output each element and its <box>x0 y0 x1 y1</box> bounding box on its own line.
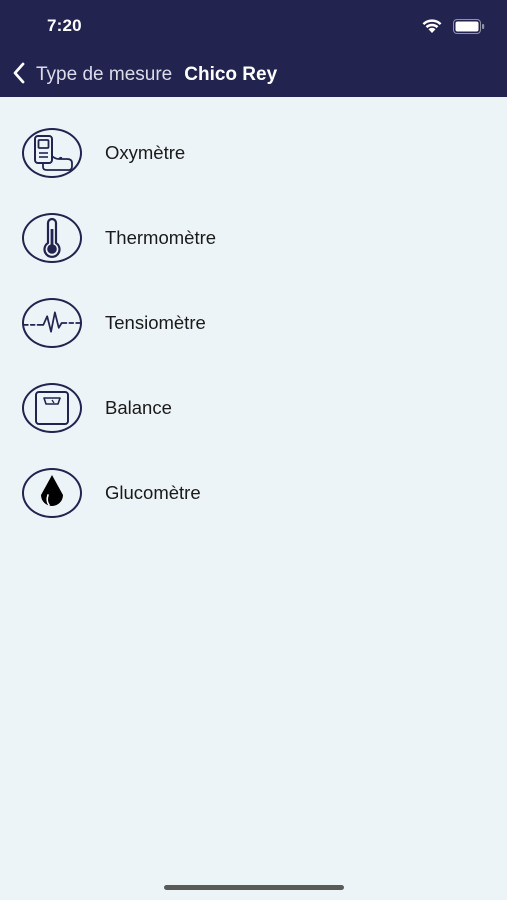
status-icons <box>421 18 485 34</box>
wifi-icon <box>421 18 443 34</box>
page-title: Chico Rey <box>184 64 278 85</box>
heartbeat-icon <box>22 297 82 348</box>
scale-icon <box>22 382 82 433</box>
thermometer-icon <box>22 212 82 263</box>
item-label-glucometre: Glucomètre <box>105 481 201 503</box>
list-item-glucometre[interactable]: Glucomètre <box>0 450 507 535</box>
list-item-thermometre[interactable]: Thermomètre <box>0 195 507 280</box>
list-item-balance[interactable]: Balance <box>0 365 507 450</box>
list-item-tensiometre[interactable]: Tensiomètre <box>0 280 507 365</box>
oximeter-icon <box>22 127 82 178</box>
app-header: 7:20 Type de mesure Chico Rey <box>0 0 507 97</box>
battery-icon <box>453 18 485 34</box>
status-time: 7:20 <box>47 16 82 35</box>
blood-drop-icon <box>22 467 82 518</box>
item-label-oxymetre: Oxymètre <box>105 141 186 163</box>
back-button[interactable]: Type de mesure <box>12 57 172 93</box>
item-label-tensiometre: Tensiomètre <box>105 311 206 333</box>
list-item-oxymetre[interactable]: Oxymètre <box>0 110 507 195</box>
measure-type-list: Oxymètre Thermomètre Tensiomètre Balance… <box>0 110 507 535</box>
navigation-bar: Type de mesure Chico Rey <box>0 57 277 93</box>
chevron-left-icon <box>12 62 26 89</box>
home-indicator <box>164 885 344 890</box>
back-label: Type de mesure <box>36 64 173 85</box>
item-label-thermometre: Thermomètre <box>105 226 217 248</box>
item-label-balance: Balance <box>105 396 172 418</box>
